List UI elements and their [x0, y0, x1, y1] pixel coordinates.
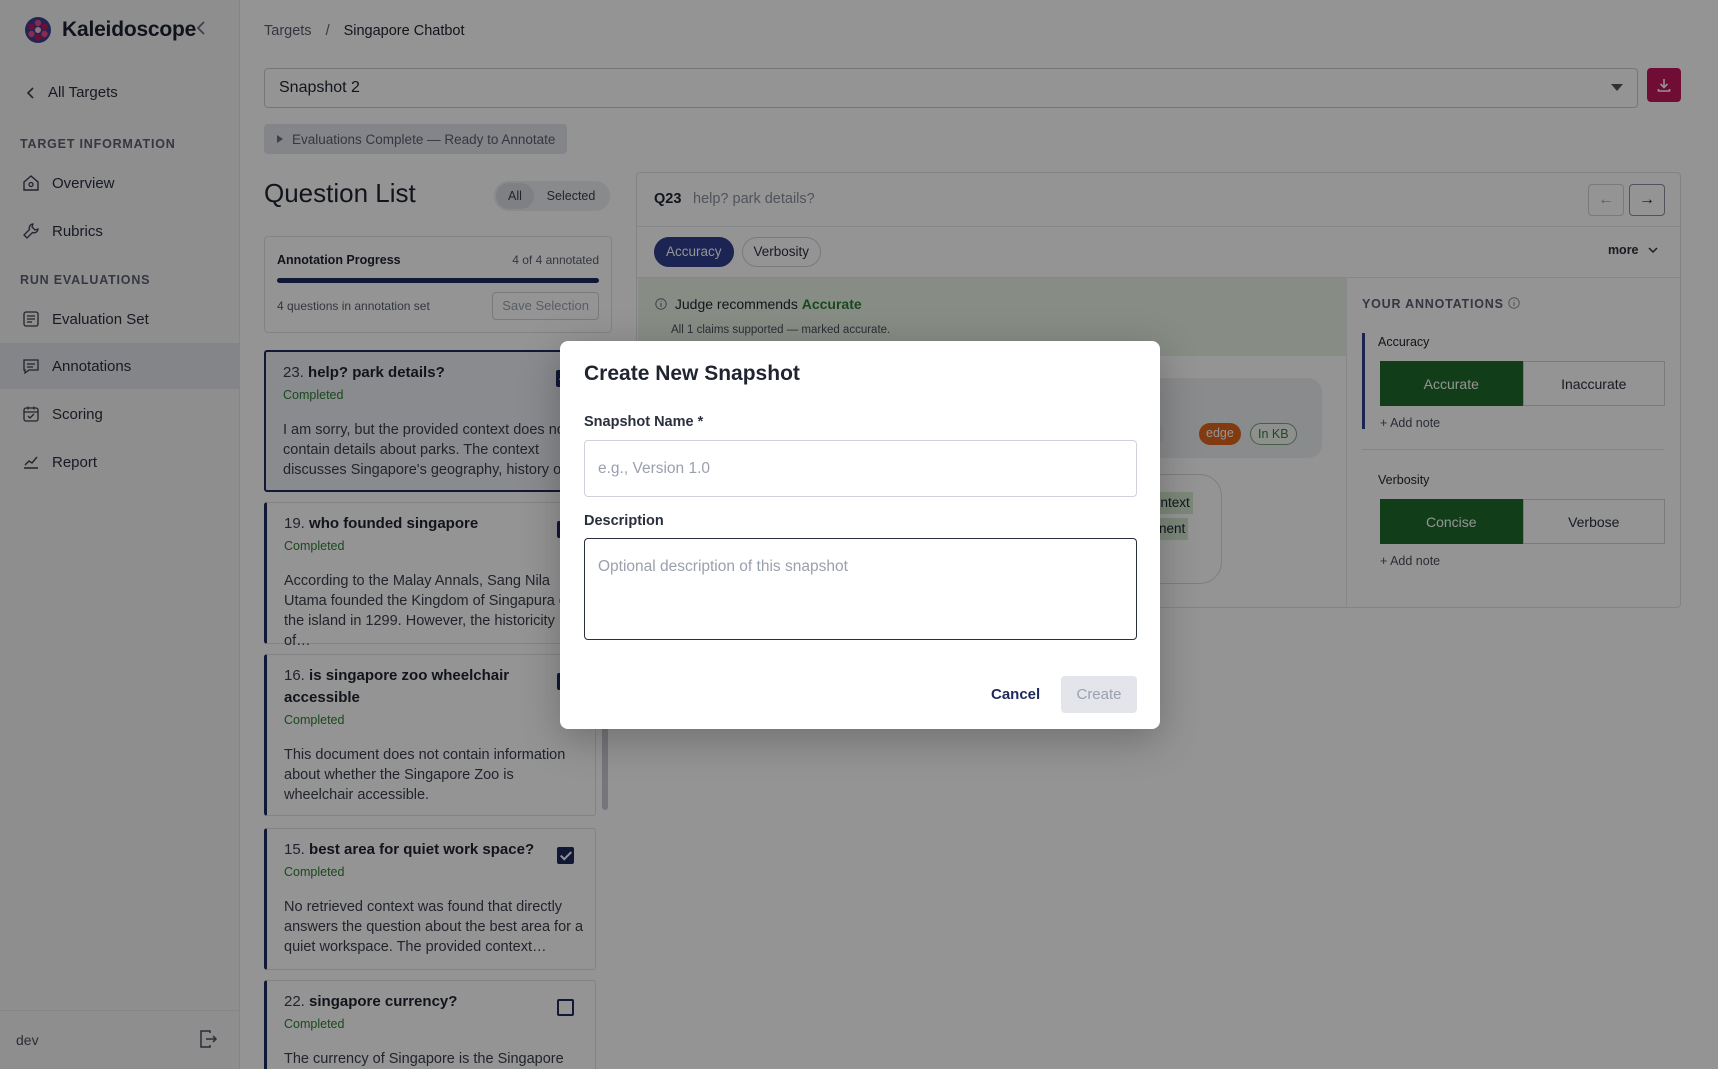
dialog-title: Create New Snapshot [584, 362, 800, 385]
snapshot-name-input[interactable] [584, 440, 1137, 497]
create-snapshot-dialog: Create New Snapshot Snapshot Name * Desc… [560, 341, 1160, 729]
description-textarea[interactable] [584, 538, 1137, 640]
cancel-button[interactable]: Cancel [991, 686, 1040, 703]
create-button[interactable]: Create [1061, 676, 1137, 713]
snapshot-name-label: Snapshot Name * [584, 414, 704, 430]
description-label: Description [584, 513, 664, 529]
